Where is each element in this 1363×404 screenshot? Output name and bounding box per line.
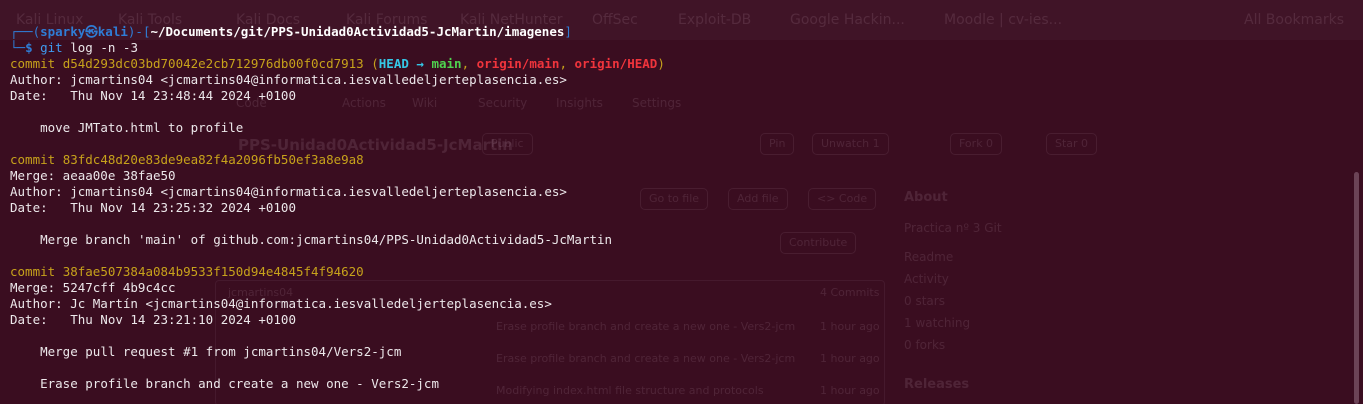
commit-message-text: move JMTato.html to profile bbox=[40, 120, 244, 135]
commit-author: Author: jcmartins04 <jcmartins04@informa… bbox=[10, 72, 567, 87]
ref-separator: , bbox=[461, 56, 477, 71]
prompt-line: ┌──(sparky㉿kali)-[~/Documents/git/PPS-Un… bbox=[10, 24, 665, 40]
prompt-frame: )-[ bbox=[127, 24, 151, 39]
add-file-button: Add file bbox=[728, 188, 788, 210]
file-row-time: 1 hour ago bbox=[820, 320, 880, 333]
commit-merge: Merge: aeaa00e 38fae50 bbox=[10, 168, 176, 183]
commit-label: commit bbox=[10, 56, 56, 71]
prompt-symbol: $ bbox=[25, 40, 33, 55]
commit-merge: Merge: 5247cff 4b9c4cc bbox=[10, 280, 176, 295]
bookmark-item: Exploit-DB bbox=[678, 12, 752, 28]
commits-count: 4 Commits bbox=[820, 286, 880, 299]
unwatch-button: Unwatch 1 bbox=[812, 133, 889, 155]
about-description: Practica nº 3 Git bbox=[904, 221, 1002, 235]
ref-separator: , bbox=[559, 56, 575, 71]
prompt-frame: ┌──( bbox=[10, 24, 41, 39]
refs-close-paren: ) bbox=[657, 56, 665, 71]
prompt-path: ~/Documents/git/PPS-Unidad0Actividad5-Jc… bbox=[150, 24, 565, 39]
prompt-host: kali bbox=[97, 24, 128, 39]
terminal-scrollbar[interactable] bbox=[1354, 172, 1359, 404]
prompt-frame: ] bbox=[564, 24, 572, 39]
commit-author: Author: jcmartins04 <jcmartins04@informa… bbox=[10, 184, 567, 199]
file-row-time: 1 hour ago bbox=[820, 352, 880, 365]
commit-message-text: Erase profile branch and create a new on… bbox=[40, 376, 439, 391]
pin-button: Pin bbox=[760, 133, 795, 155]
commit-date: Date: Thu Nov 14 23:21:10 2024 +0100 bbox=[10, 312, 296, 327]
all-bookmarks: All Bookmarks bbox=[1244, 12, 1345, 28]
commit-author: Author: Jc Martín <jcmartins04@informati… bbox=[10, 296, 552, 311]
commit-message: Erase profile branch and create a new on… bbox=[10, 376, 665, 392]
command-line: └─$ git log -n -3 bbox=[10, 40, 665, 56]
commit-hash: 83fdc48d20e83de9ea82f4a2096fb50ef3a8e9a8 bbox=[62, 152, 364, 167]
ref-remote: origin/HEAD bbox=[574, 56, 658, 71]
commit-message: Merge pull request #1 from jcmartins04/V… bbox=[10, 344, 665, 360]
bookmark-item: Google Hackin... bbox=[790, 12, 905, 28]
prompt-user: sparky bbox=[40, 24, 86, 39]
commit-message: move JMTato.html to profile bbox=[10, 120, 665, 136]
commit-hash: d54d293dc03bd70042e2cb712976db00f0cd7913 bbox=[62, 56, 364, 71]
fork-button: Fork 0 bbox=[950, 133, 1003, 155]
about-item: Readme bbox=[904, 250, 954, 264]
commit-date: Date: Thu Nov 14 23:25:32 2024 +0100 bbox=[10, 200, 296, 215]
star-button: Star 0 bbox=[1046, 133, 1098, 155]
commit-message-text: Merge branch 'main' of github.com:jcmart… bbox=[40, 232, 613, 247]
contribute-button: Contribute bbox=[780, 232, 857, 254]
commit-label: commit bbox=[10, 152, 56, 167]
commit-message: Merge branch 'main' of github.com:jcmart… bbox=[10, 232, 665, 248]
about-item: 0 forks bbox=[904, 338, 946, 352]
commit-message-text: Merge pull request #1 from jcmartins04/V… bbox=[40, 344, 402, 359]
command-args: log -n -3 bbox=[70, 40, 138, 55]
ref-remote: origin/main bbox=[476, 56, 560, 71]
commit-line: commit d54d293dc03bd70042e2cb712976db00f… bbox=[10, 56, 665, 72]
ref-arrow: → bbox=[416, 56, 424, 71]
releases-title: Releases bbox=[904, 377, 970, 392]
code-button: <> Code bbox=[808, 188, 877, 210]
file-row-time: 1 hour ago bbox=[820, 384, 880, 397]
commit-hash: 38fae507384a084b9533f150d94e4845f4f94620 bbox=[62, 264, 364, 279]
about-item: Activity bbox=[904, 272, 949, 286]
about-item: 1 watching bbox=[904, 316, 971, 330]
prompt-frame: └─ bbox=[10, 40, 26, 55]
prompt-at-symbol: ㉿ bbox=[85, 24, 98, 39]
about-item: 0 stars bbox=[904, 294, 945, 308]
commit-line: commit 83fdc48d20e83de9ea82f4a2096fb50ef… bbox=[10, 152, 665, 168]
commit-label: commit bbox=[10, 264, 56, 279]
commit-date: Date: Thu Nov 14 23:48:44 2024 +0100 bbox=[10, 88, 296, 103]
ref-head: HEAD bbox=[378, 56, 409, 71]
refs-open-paren: ( bbox=[371, 56, 379, 71]
about-title: About bbox=[904, 190, 948, 205]
bookmark-item: Moodle | cv-ies... bbox=[944, 12, 1063, 28]
terminal-output[interactable]: ┌──(sparky㉿kali)-[~/Documents/git/PPS-Un… bbox=[10, 24, 665, 392]
commit-line: commit 38fae507384a084b9533f150d94e4845f… bbox=[10, 264, 665, 280]
command-name: git bbox=[40, 40, 63, 55]
ref-branch: main bbox=[431, 56, 462, 71]
